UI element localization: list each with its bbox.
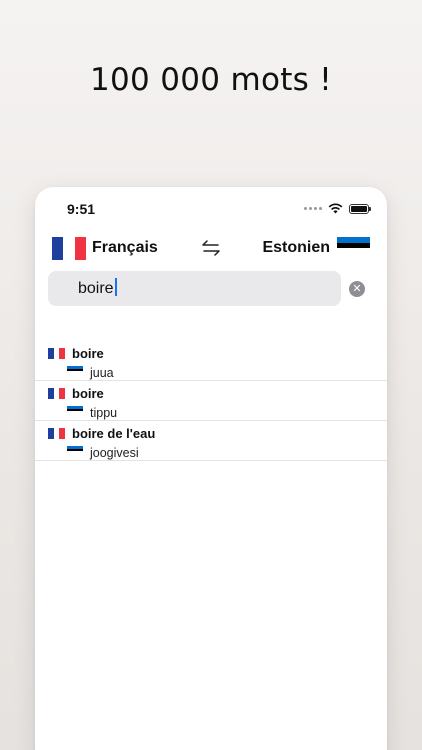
france-flag-icon xyxy=(48,348,65,359)
phone-screen: 9:51 Français Estonien boire ✕ boire juu… xyxy=(35,187,387,750)
result-translation: juua xyxy=(90,366,114,380)
results-list: boire juua boire tippu boire de l'eau jo… xyxy=(35,341,387,461)
estonia-flag-icon xyxy=(67,446,83,454)
france-flag-icon xyxy=(48,428,65,439)
result-row[interactable]: boire juua xyxy=(35,341,387,381)
swap-arrows-icon[interactable] xyxy=(201,238,221,258)
search-field[interactable]: boire xyxy=(48,271,341,306)
estonia-flag-icon xyxy=(67,406,83,414)
result-word: boire xyxy=(72,386,104,401)
text-caret xyxy=(114,278,117,296)
headline: 100 000 mots ! xyxy=(90,62,332,98)
estonia-flag-icon[interactable] xyxy=(337,237,370,254)
wifi-icon xyxy=(328,203,343,214)
result-row[interactable]: boire tippu xyxy=(35,381,387,421)
battery-icon xyxy=(349,203,371,214)
estonia-flag-icon xyxy=(67,366,83,374)
signal-icon xyxy=(304,207,322,210)
status-time: 9:51 xyxy=(67,201,96,217)
search-input[interactable]: boire xyxy=(78,278,117,298)
status-icons xyxy=(304,203,371,214)
search-input-value: boire xyxy=(78,280,114,297)
language-bar: Français Estonien xyxy=(35,233,387,267)
result-translation: tippu xyxy=(90,406,118,420)
clear-icon[interactable]: ✕ xyxy=(349,281,365,297)
france-flag-icon xyxy=(48,388,65,399)
source-language-label[interactable]: Français xyxy=(92,239,158,257)
result-row[interactable]: boire de l'eau joogivesi xyxy=(35,421,387,461)
status-bar: 9:51 xyxy=(35,187,387,231)
result-word: boire xyxy=(72,346,104,361)
result-word: boire de l'eau xyxy=(72,426,156,441)
target-language-label[interactable]: Estonien xyxy=(262,239,330,257)
result-translation: joogivesi xyxy=(90,446,139,460)
france-flag-icon[interactable] xyxy=(52,237,86,260)
